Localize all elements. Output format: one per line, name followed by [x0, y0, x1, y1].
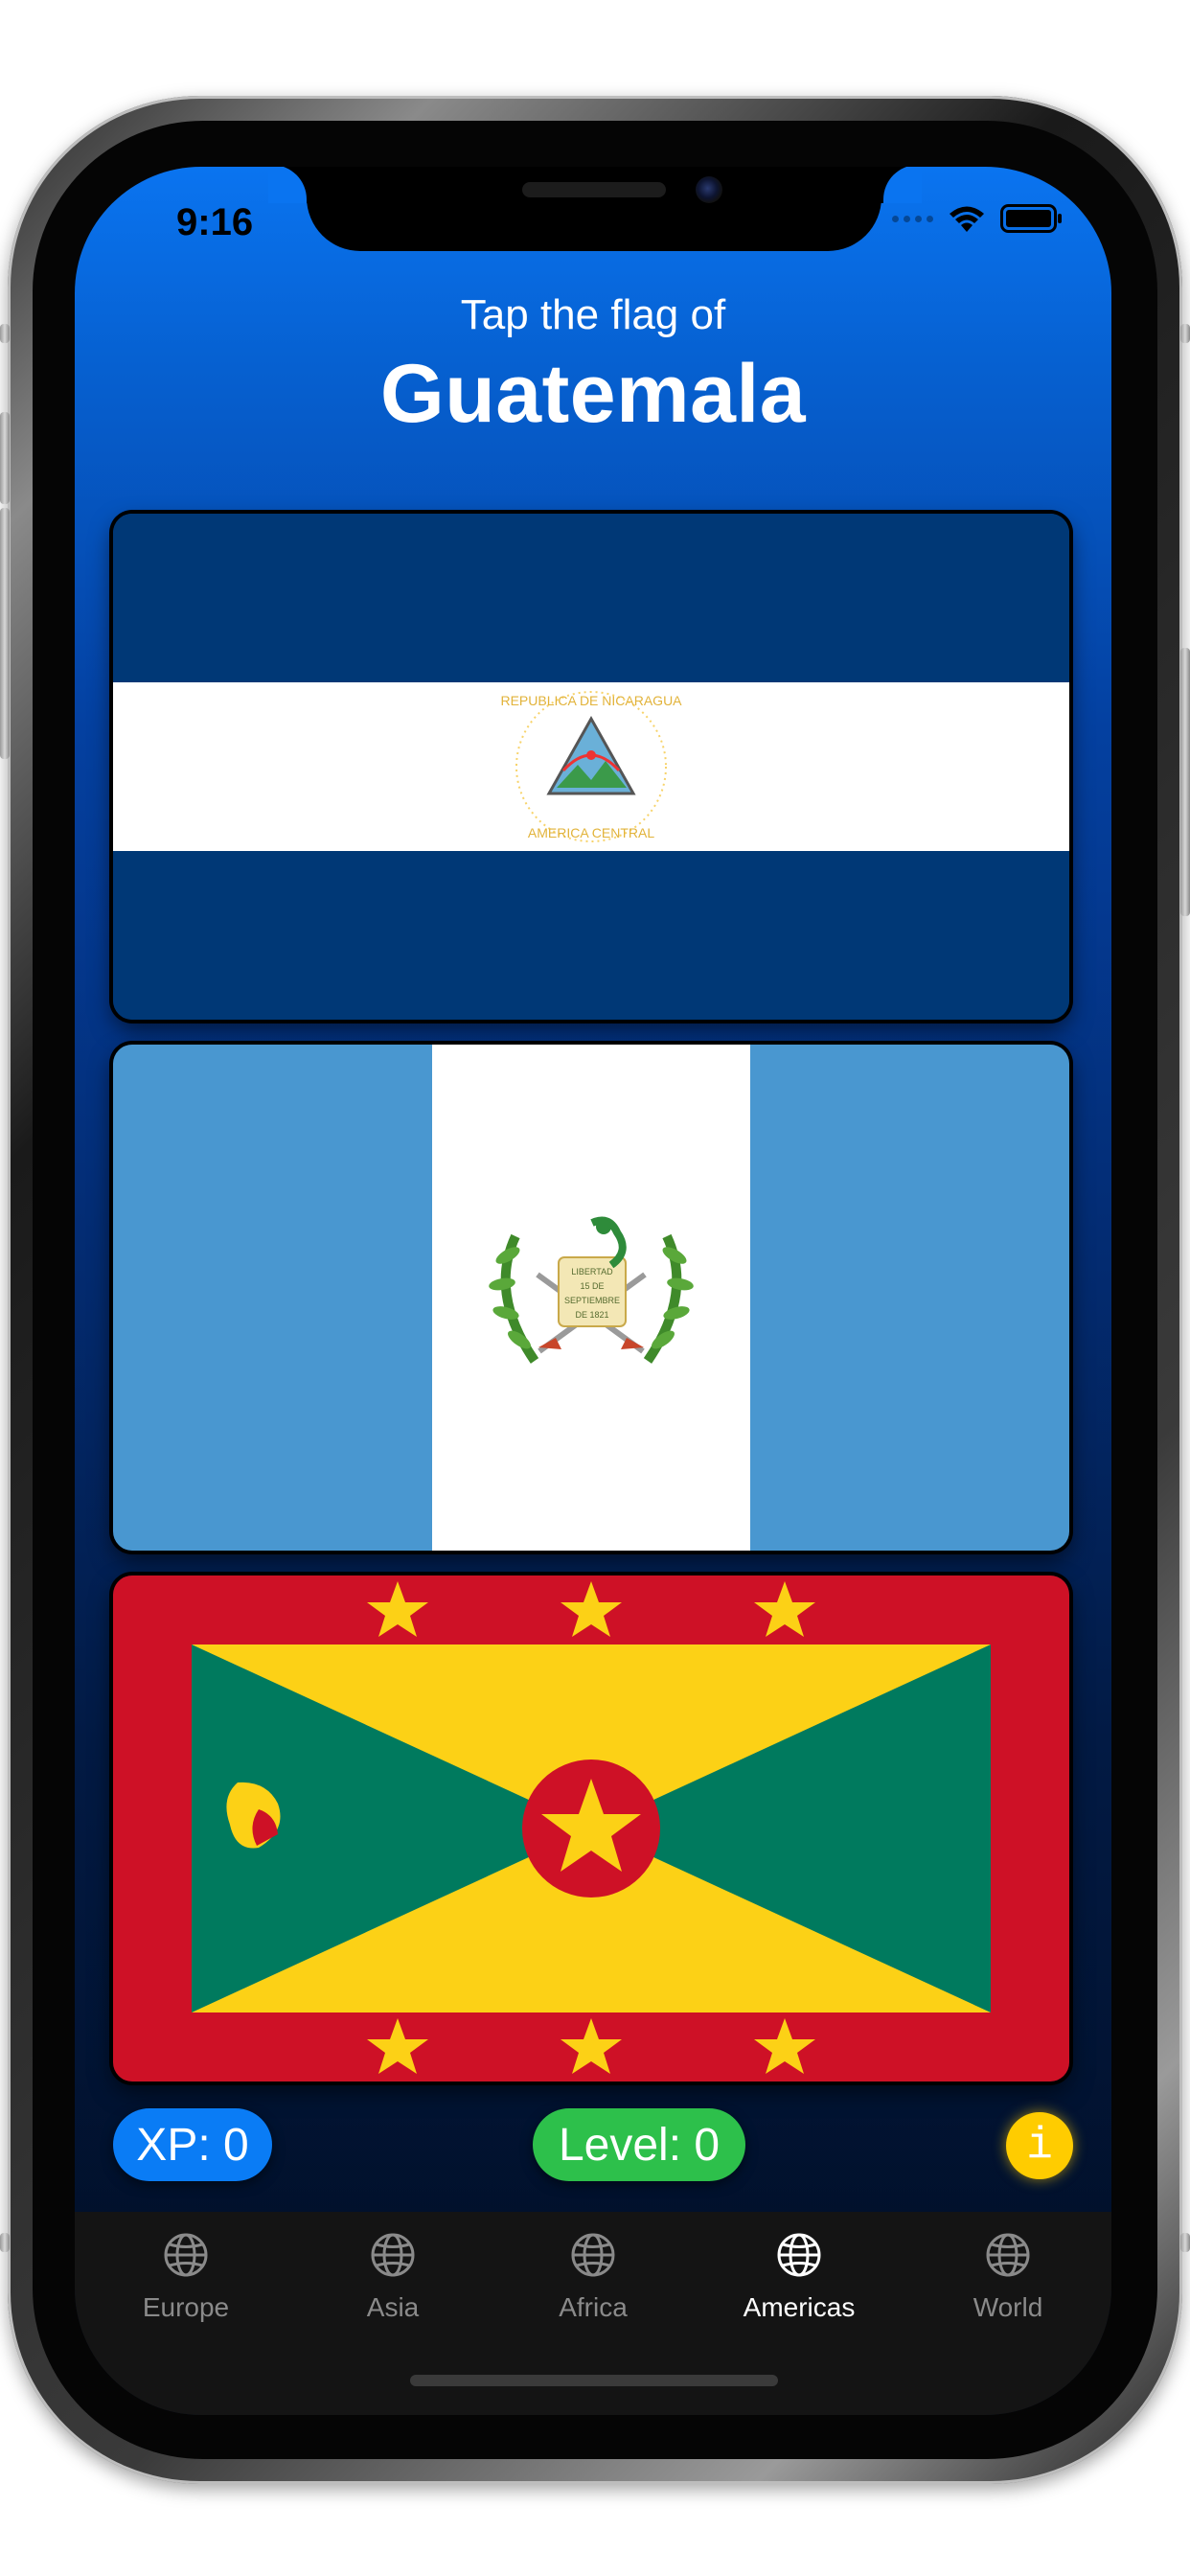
scroll-text-line: DE 1821 [575, 1310, 608, 1320]
grenada-flag [113, 1576, 1069, 2082]
tab-label: Africa [559, 2292, 628, 2322]
speaker-grille [522, 182, 666, 197]
seal-top-text: REPUBLICA DE NICARAGUA [500, 693, 682, 708]
globe-icon [571, 2233, 615, 2277]
tab-africa[interactable]: Africa [497, 2231, 689, 2323]
front-camera [696, 176, 722, 203]
flag-option-grenada[interactable] [113, 1576, 1069, 2082]
frame-antenna-left-bottom [0, 2233, 10, 2252]
nicaragua-flag: REPUBLICA DE NICARAGUA AMERICA CENTRAL [113, 514, 1069, 1020]
tab-asia[interactable]: Asia [297, 2231, 489, 2323]
info-button[interactable]: i [1006, 2112, 1073, 2179]
battery-icon [1000, 204, 1062, 233]
flag-option-nicaragua[interactable]: REPUBLICA DE NICARAGUA AMERICA CENTRAL [113, 514, 1069, 1020]
app-screen: 9:16 Tap the flag of Guatemala REPUBLICA… [75, 167, 1111, 2415]
scroll-text-line: 15 DE [580, 1281, 604, 1291]
scroll-text-line: SEPTIEMBRE [564, 1296, 620, 1305]
status-time: 9:16 [176, 201, 254, 243]
frame-antenna-right-bottom [1180, 2233, 1190, 2252]
status-indicators [892, 203, 1064, 234]
target-country-title: Guatemala [379, 348, 807, 440]
notch [307, 167, 881, 251]
globe-icon [371, 2233, 415, 2277]
volume-up-button [0, 412, 10, 504]
flag-option-guatemala[interactable]: LIBERTAD 15 DE SEPTIEMBRE DE 1821 [113, 1045, 1069, 1551]
seal-bottom-text: AMERICA CENTRAL [528, 825, 654, 840]
globe-icon [777, 2233, 821, 2277]
scroll-text-line: LIBERTAD [571, 1267, 613, 1276]
cellular-signal-icon [892, 215, 933, 222]
tab-label: Asia [366, 2292, 420, 2322]
tab-label: Americas [743, 2292, 856, 2322]
silent-switch [0, 324, 10, 343]
tab-europe[interactable]: Europe [90, 2231, 282, 2323]
guatemala-flag: LIBERTAD 15 DE SEPTIEMBRE DE 1821 [113, 1045, 1069, 1551]
tab-label: World [973, 2292, 1043, 2322]
level-counter: Level: 0 [533, 2108, 745, 2181]
wifi-icon [950, 206, 984, 232]
prompt-text: Tap the flag of [460, 291, 726, 338]
xp-counter: XP: 0 [113, 2108, 272, 2181]
tab-americas[interactable]: Americas [703, 2231, 895, 2323]
tab-label: Europe [142, 2292, 230, 2322]
volume-down-button [0, 508, 10, 600]
tab-world[interactable]: World [912, 2231, 1104, 2323]
globe-icon [164, 2233, 208, 2277]
volume-extra-button [0, 590, 10, 759]
frame-antenna-right-top [1180, 324, 1190, 343]
home-indicator[interactable] [410, 2375, 778, 2386]
globe-icon [986, 2233, 1030, 2277]
power-button [1180, 648, 1190, 916]
notch-ear [878, 167, 922, 203]
